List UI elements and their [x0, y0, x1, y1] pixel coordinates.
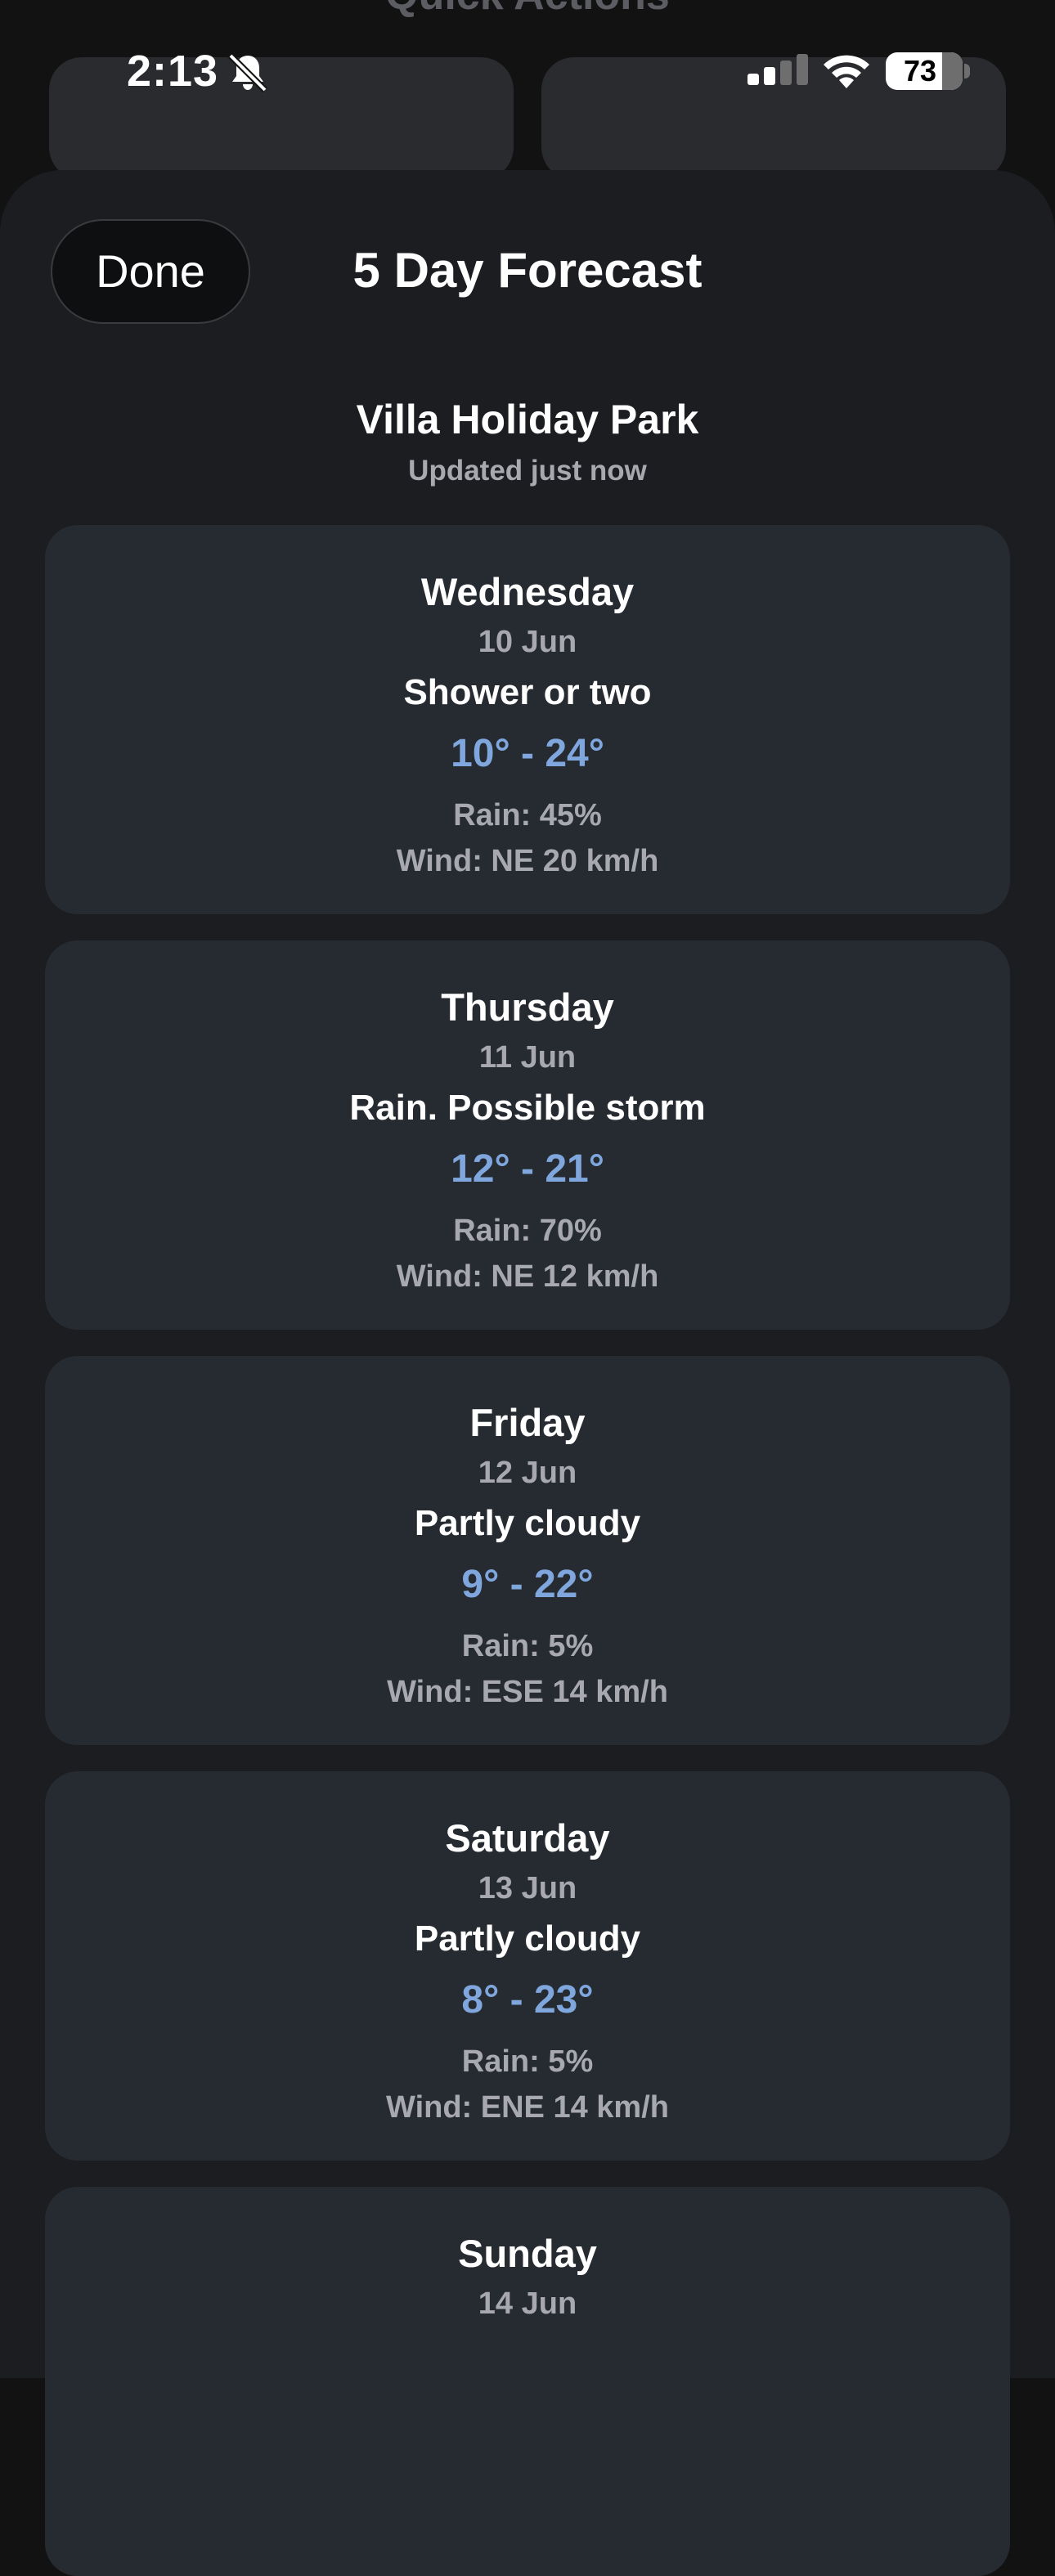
day-wind: Wind: ESE 14 km/h	[387, 1675, 668, 1709]
battery-cap	[964, 64, 970, 79]
day-temperature-range: 9° - 22°	[461, 1563, 594, 1606]
day-temperature-range: 10° - 24°	[451, 732, 604, 775]
sheet-title: 5 Day Forecast	[352, 243, 703, 298]
day-card-sunday: Sunday 14 Jun	[45, 2187, 1010, 2576]
day-card-thursday: Thursday 11 Jun Rain. Possible storm 12°…	[45, 940, 1010, 1330]
day-rain-chance: Rain: 5%	[461, 2044, 594, 2079]
day-name: Wednesday	[420, 570, 635, 613]
day-name: Saturday	[445, 1816, 610, 1860]
day-condition: Partly cloudy	[414, 1503, 641, 1543]
battery-icon: 73	[886, 52, 963, 90]
status-bar: 2:13 73	[0, 0, 1055, 147]
updated-status: Updated just now	[408, 455, 647, 487]
day-wind: Wind: NE 20 km/h	[396, 844, 659, 878]
day-date: 13 Jun	[478, 1871, 577, 1905]
day-date: 14 Jun	[478, 2287, 577, 2321]
day-date: 12 Jun	[478, 1456, 577, 1490]
status-time: 2:13	[127, 47, 219, 96]
day-condition: Partly cloudy	[414, 1919, 641, 1959]
day-card-friday: Friday 12 Jun Partly cloudy 9° - 22° Rai…	[45, 1356, 1010, 1745]
day-condition: Shower or two	[403, 672, 652, 712]
done-button[interactable]: Done	[51, 219, 250, 324]
battery-percentage: 73	[903, 54, 937, 88]
day-temperature-range: 8° - 23°	[461, 1978, 594, 2022]
day-name: Friday	[469, 1401, 586, 1444]
day-wind: Wind: ENE 14 km/h	[386, 2090, 669, 2125]
day-rain-chance: Rain: 45%	[453, 798, 602, 832]
location-name: Villa Holiday Park	[356, 397, 699, 442]
day-wind: Wind: NE 12 km/h	[396, 1259, 659, 1294]
bell-slash-icon	[228, 53, 267, 92]
day-condition: Rain. Possible storm	[349, 1088, 706, 1128]
day-name: Sunday	[458, 2232, 597, 2275]
day-date: 11 Jun	[478, 1040, 577, 1075]
day-card-wednesday: Wednesday 10 Jun Shower or two 10° - 24°…	[45, 525, 1010, 914]
forecast-sheet: Done 5 Day Forecast Villa Holiday Park U…	[0, 170, 1055, 2576]
day-date: 10 Jun	[478, 625, 577, 659]
day-rain-chance: Rain: 70%	[453, 1214, 602, 1248]
day-card-saturday: Saturday 13 Jun Partly cloudy 8° - 23° R…	[45, 1771, 1010, 2161]
cellular-signal-icon	[747, 54, 808, 85]
wifi-icon	[824, 55, 869, 88]
day-temperature-range: 12° - 21°	[451, 1147, 604, 1191]
day-rain-chance: Rain: 5%	[461, 1629, 594, 1663]
day-name: Thursday	[441, 985, 614, 1029]
